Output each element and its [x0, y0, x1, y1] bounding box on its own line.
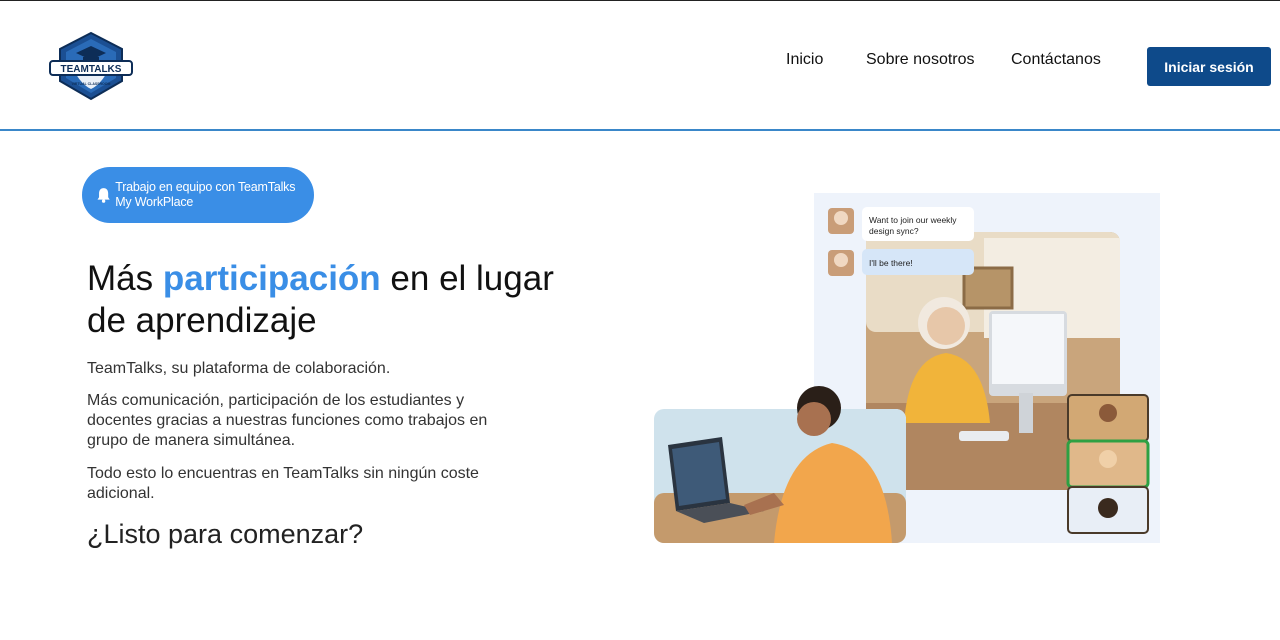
cta-heading: ¿Listo para comenzar?: [87, 519, 364, 549]
nav-item-sobre-nosotros[interactable]: Sobre nosotros: [866, 51, 975, 69]
hero-paragraph-3: Todo esto lo encuentras en TeamTalks sin…: [87, 465, 479, 502]
hero-paragraph-2: Más comunicación, participación de los e…: [87, 392, 488, 449]
headline-highlight: participación: [162, 259, 381, 298]
hero-illustration: Want to join our weekly design sync? I'l…: [654, 193, 1160, 543]
feature-pill[interactable]: Trabajo en equipo con TeamTalks My WorkP…: [82, 167, 314, 223]
hero-paragraph-1: TeamTalks, su plataforma de colaboración…: [87, 360, 391, 377]
logo-text: TEAMTALKS: [61, 64, 122, 75]
logo-subtext: VIRTUAL CLASSROOM: [72, 82, 111, 86]
login-button[interactable]: Iniciar sesión: [1147, 47, 1271, 86]
secondary-video-frame: [654, 386, 906, 543]
participant-thumbnails: [1066, 394, 1150, 534]
headline-start: Más: [87, 259, 163, 298]
teamtalks-logo[interactable]: TEAMTALKS VIRTUAL CLASSROOM: [48, 31, 134, 103]
pill-text: Trabajo en equipo con TeamTalks My WorkP…: [115, 180, 296, 209]
site-header: TEAMTALKS VIRTUAL CLASSROOM Inicio Sobre…: [0, 1, 1280, 131]
nav-item-contactanos[interactable]: Contáctanos: [1011, 51, 1101, 69]
chat-message-2-text: I'll be there!: [869, 258, 913, 268]
nav-item-inicio[interactable]: Inicio: [786, 51, 823, 69]
chat-message-2: I'll be there!: [828, 249, 974, 276]
hero-headline: Más participación en el lugar de aprendi…: [87, 258, 567, 342]
bell-icon: [97, 188, 110, 203]
